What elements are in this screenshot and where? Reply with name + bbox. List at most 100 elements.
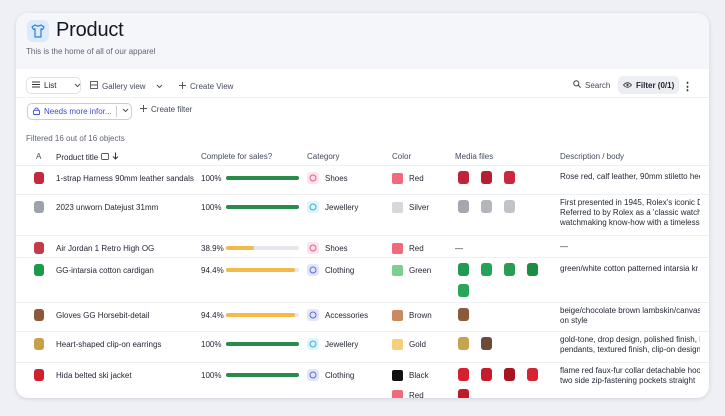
- product-thumbnail: [31, 336, 47, 352]
- category-label: Accessories: [325, 310, 369, 320]
- create-view-button[interactable]: Create View: [179, 77, 233, 95]
- table-row[interactable]: GG-intarsia cotton cardigan 94.4% Clothing…: [16, 258, 709, 303]
- complete-percent: 100%: [201, 339, 222, 349]
- filter-status: Filtered 16 out of 16 objects: [26, 134, 125, 143]
- color-swatch: [392, 309, 403, 321]
- category-cell: Shoes: [307, 170, 348, 186]
- sort-descending-icon[interactable]: [112, 152, 119, 162]
- complete-percent: 100%: [201, 202, 222, 212]
- column-header-description[interactable]: Description / body: [560, 152, 624, 161]
- gallery-view-button[interactable]: Gallery view: [90, 77, 146, 95]
- column-header-media[interactable]: Media files: [455, 152, 493, 161]
- chevron-down-icon[interactable]: [74, 81, 81, 90]
- color-cell: Silver: [392, 199, 429, 215]
- media-thumbnail[interactable]: [455, 335, 472, 352]
- category-label: Clothing: [325, 265, 355, 275]
- media-thumbnail[interactable]: [501, 169, 518, 186]
- column-header-title[interactable]: Product title: [56, 152, 119, 162]
- color-swatch: [392, 201, 403, 213]
- table-row[interactable]: 1-strap Harness 90mm leather sandals 100%…: [16, 166, 709, 195]
- progress-fill: [226, 268, 295, 272]
- media-thumbnail[interactable]: [455, 387, 472, 398]
- product-title[interactable]: GG-intarsia cotton cardigan: [56, 262, 154, 278]
- search-button[interactable]: Search: [573, 76, 610, 94]
- column-header-complete[interactable]: Complete for sales?: [201, 152, 272, 161]
- product-thumbnail: [31, 307, 47, 323]
- media-thumbnail[interactable]: [455, 169, 472, 186]
- progress-bar: [226, 373, 299, 377]
- product-title[interactable]: Air Jordan 1 Retro High OG: [56, 240, 154, 256]
- media-thumbnail[interactable]: [501, 198, 518, 215]
- color-label: Green: [409, 265, 432, 275]
- more-options-icon[interactable]: ⋮: [682, 77, 693, 95]
- table-row[interactable]: Hida belted ski jacket 100% Clothing Black R…: [16, 363, 709, 398]
- color-label: Red: [409, 390, 424, 399]
- description-cell: flame red faux-fur collar detachable hoo…: [560, 366, 700, 386]
- tag-icon: [101, 152, 110, 162]
- description-cell: gold-tone, drop design, polished finish,…: [560, 335, 700, 355]
- chevron-down-icon[interactable]: [156, 77, 163, 95]
- description-cell: First presented in 1945, Rolex's iconic …: [560, 198, 700, 228]
- media-thumbnail[interactable]: [524, 366, 541, 383]
- media-thumbnail[interactable]: [501, 366, 518, 383]
- media-thumbnail[interactable]: [455, 261, 472, 278]
- product-title[interactable]: 2023 unworn Datejust 31mm: [56, 199, 158, 215]
- media-thumbnail[interactable]: [455, 306, 472, 323]
- list-view-label: List: [44, 81, 57, 90]
- complete-percent: 38.9%: [201, 243, 224, 253]
- category-cell: Jewellery: [307, 199, 358, 215]
- table-row[interactable]: Air Jordan 1 Retro High OG 38.9% Shoes Red —…: [16, 236, 709, 258]
- column-header-category[interactable]: Category: [307, 152, 339, 161]
- search-icon: [573, 80, 581, 90]
- media-thumbnail[interactable]: [455, 282, 472, 299]
- filter-chip[interactable]: Needs more infor...: [27, 103, 132, 120]
- product-thumbnail: [31, 367, 47, 383]
- product-thumbnail: [31, 199, 47, 215]
- progress-bar: [226, 342, 299, 346]
- color-swatch: [392, 338, 403, 350]
- media-thumbnail[interactable]: [478, 169, 495, 186]
- description-cell: beige/chocolate brown lambskin/canvas on …: [560, 306, 700, 326]
- product-title[interactable]: 1-strap Harness 90mm leather sandals: [56, 170, 194, 186]
- progress-fill: [226, 373, 299, 377]
- progress-bar: [226, 246, 299, 250]
- color-cell: Brown: [392, 307, 432, 323]
- create-filter-button[interactable]: Create filter: [140, 105, 192, 114]
- description-line: two side zip-fastening pockets straight: [560, 376, 696, 385]
- media-thumbnail[interactable]: [524, 261, 541, 278]
- media-thumbnail[interactable]: [501, 261, 518, 278]
- category-cell: Accessories: [307, 307, 368, 323]
- table-row[interactable]: 2023 unworn Datejust 31mm 100% Jewellery Si…: [16, 195, 709, 236]
- color-cell: Gold: [392, 336, 426, 352]
- product-title[interactable]: Heart-shaped clip-on earrings: [56, 336, 161, 352]
- media-thumbnail[interactable]: [478, 366, 495, 383]
- media-thumbnail[interactable]: [478, 198, 495, 215]
- list-view-button[interactable]: List: [26, 77, 81, 94]
- color-cell: Red: [392, 170, 424, 186]
- media-thumbnail[interactable]: [455, 366, 472, 383]
- column-header-color[interactable]: Color: [392, 152, 411, 161]
- media-thumbnail[interactable]: [455, 198, 472, 215]
- description-line: on style: [560, 316, 588, 325]
- clothing-category-icon: [307, 264, 319, 276]
- product-thumbnail: [31, 262, 47, 278]
- product-title[interactable]: Gloves GG Horsebit-detail: [56, 307, 149, 323]
- media-thumbnail[interactable]: [478, 261, 495, 278]
- table-row[interactable]: Gloves GG Horsebit-detail 94.4% Accessorie…: [16, 303, 709, 332]
- color-swatch: [392, 389, 403, 398]
- gallery-icon: [90, 81, 98, 91]
- media-empty: —: [455, 243, 463, 253]
- filter-button[interactable]: Filter (0/1): [618, 76, 680, 94]
- column-header-a[interactable]: A: [36, 152, 41, 161]
- progress-bar: [226, 176, 299, 180]
- color-cell: Red: [392, 240, 424, 256]
- color-label: Gold: [409, 339, 426, 349]
- media-thumbnail[interactable]: [478, 335, 495, 352]
- chevron-down-icon[interactable]: [122, 106, 129, 115]
- color-cell: Black: [392, 367, 429, 383]
- description-line: watchmaking know-how with a timeless: [560, 218, 700, 227]
- description-line: beige/chocolate brown lambskin/canvas: [560, 306, 700, 315]
- category-label: Shoes: [325, 173, 348, 183]
- product-title[interactable]: Hida belted ski jacket: [56, 367, 132, 383]
- table-row[interactable]: Heart-shaped clip-on earrings 100% Jewelle…: [16, 332, 709, 363]
